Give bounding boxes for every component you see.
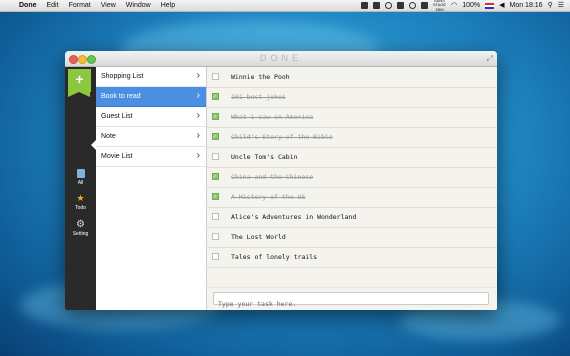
list-item-label: Movie List [101, 153, 133, 160]
task-row[interactable]: 101 best jokes [207, 87, 497, 108]
battery-percent[interactable]: 100% [462, 0, 480, 11]
sidebar-item-label: All [77, 180, 84, 186]
task-row[interactable]: A History of the US [207, 187, 497, 208]
list-item-label: Book to read [101, 93, 141, 100]
fullscreen-icon[interactable]: ⤢ [487, 54, 493, 64]
input-source-flag-icon[interactable] [485, 2, 495, 9]
sidebar: + All ★ Todo ⚙ Setting [65, 67, 96, 310]
list-item-label: Shopping List [101, 73, 144, 80]
empty-row [207, 267, 497, 288]
notebook-icon [76, 169, 85, 178]
new-task-field[interactable] [213, 292, 489, 310]
window-title: DONE [259, 53, 302, 63]
task-checkbox[interactable] [212, 233, 219, 240]
done-app-window: DONE ⤢ + All ★ Todo ⚙ Setting Shopping L… [65, 51, 497, 310]
shield-icon[interactable] [372, 2, 380, 9]
task-text[interactable]: What i saw in America [231, 107, 313, 127]
task-checkbox[interactable] [212, 167, 219, 187]
wifi-icon[interactable]: ◠ [451, 0, 457, 11]
status-app-icon[interactable] [360, 2, 368, 9]
task-checkbox[interactable] [212, 213, 219, 220]
menu-window[interactable]: Window [121, 0, 156, 11]
task-checkbox[interactable] [212, 153, 219, 160]
task-checkbox[interactable] [212, 87, 219, 107]
task-row[interactable]: Winnie the Pooh [207, 67, 497, 88]
task-text[interactable]: A History of the US [231, 187, 305, 207]
chevron-right-icon: › [196, 70, 200, 81]
task-row[interactable]: What i saw in America [207, 107, 497, 128]
task-checkbox[interactable] [212, 187, 219, 207]
menubar-clock[interactable]: Mon 18:16 [509, 0, 542, 11]
sidebar-item-label: Todo [75, 205, 86, 211]
sidebar-item-todo[interactable]: ★ Todo [65, 193, 96, 212]
menu-app-name[interactable]: Done [14, 0, 42, 11]
task-text[interactable]: Uncle Tom's Cabin [231, 147, 298, 167]
search-icon[interactable]: ⚲ [548, 0, 553, 11]
task-text[interactable]: Winnie the Pooh [231, 67, 290, 87]
list-item-book-to-read[interactable]: Book to read › [96, 87, 206, 107]
list-item-movie[interactable]: Movie List › [96, 147, 206, 167]
task-text[interactable]: Alice's Adventures in Wonderland [231, 207, 356, 227]
task-text[interactable]: Tales of lonely trails [231, 247, 317, 267]
task-checkbox[interactable] [212, 253, 219, 260]
task-row[interactable]: Tales of lonely trails [207, 247, 497, 268]
sidebar-item-label: Setting [72, 231, 89, 237]
new-task-input[interactable] [214, 298, 488, 310]
task-row[interactable]: The Lost World [207, 227, 497, 248]
task-text[interactable]: China and the Chinese [231, 167, 313, 187]
star-icon: ★ [76, 193, 85, 203]
bluetooth-icon[interactable] [420, 2, 428, 9]
gear-icon: ⚙ [76, 219, 85, 230]
list-item-guest[interactable]: Guest List › [96, 107, 206, 127]
task-row[interactable]: Child's Story of the Bible [207, 127, 497, 148]
task-row[interactable]: Alice's Adventures in Wonderland [207, 207, 497, 228]
menu-format[interactable]: Format [64, 0, 96, 11]
task-checkbox[interactable] [212, 127, 219, 147]
chevron-right-icon: › [196, 130, 200, 141]
task-row[interactable]: Uncle Tom's Cabin [207, 147, 497, 168]
list-item-label: Guest List [101, 113, 133, 120]
task-text[interactable]: 101 best jokes [231, 87, 286, 107]
task-checkbox[interactable] [212, 107, 219, 127]
status-area: SANS STAGE 1BM ◠ 100% ◀ Mon 18:16 ⚲ ☰ [360, 0, 570, 12]
task-text[interactable]: The Lost World [231, 227, 286, 247]
chevron-right-icon: › [196, 90, 200, 101]
list-item-note[interactable]: Note › [96, 127, 206, 147]
menu-edit[interactable]: Edit [42, 0, 64, 11]
sidebar-item-setting[interactable]: ⚙ Setting [65, 219, 96, 238]
volume-icon[interactable]: ◀ [499, 0, 504, 11]
menu-help[interactable]: Help [156, 0, 180, 11]
lock-icon[interactable] [396, 2, 404, 9]
menu-view[interactable]: View [96, 0, 121, 11]
record-icon[interactable] [384, 2, 392, 9]
chevron-right-icon: › [196, 110, 200, 121]
task-text[interactable]: Child's Story of the Bible [231, 127, 333, 147]
chevron-right-icon: › [196, 150, 200, 161]
system-menu-bar: Done Edit Format View Window Help SANS ST… [0, 0, 570, 12]
task-column: Winnie the Pooh 101 best jokes What i sa… [207, 67, 497, 310]
task-row[interactable]: China and the Chinese [207, 167, 497, 188]
list-column: Shopping List › Book to read › Guest Lis… [96, 67, 207, 310]
sidebar-item-all[interactable]: All [65, 169, 96, 186]
status-small-text: SANS STAGE 1BM [432, 0, 447, 12]
window-titlebar[interactable]: DONE ⤢ [65, 51, 497, 67]
list-item-shopping[interactable]: Shopping List › [96, 67, 206, 87]
add-list-button[interactable]: + [68, 69, 91, 97]
list-item-label: Note [101, 133, 116, 140]
clock-icon[interactable] [408, 2, 416, 9]
task-checkbox[interactable] [212, 73, 219, 80]
notification-center-icon[interactable]: ☰ [558, 0, 564, 11]
